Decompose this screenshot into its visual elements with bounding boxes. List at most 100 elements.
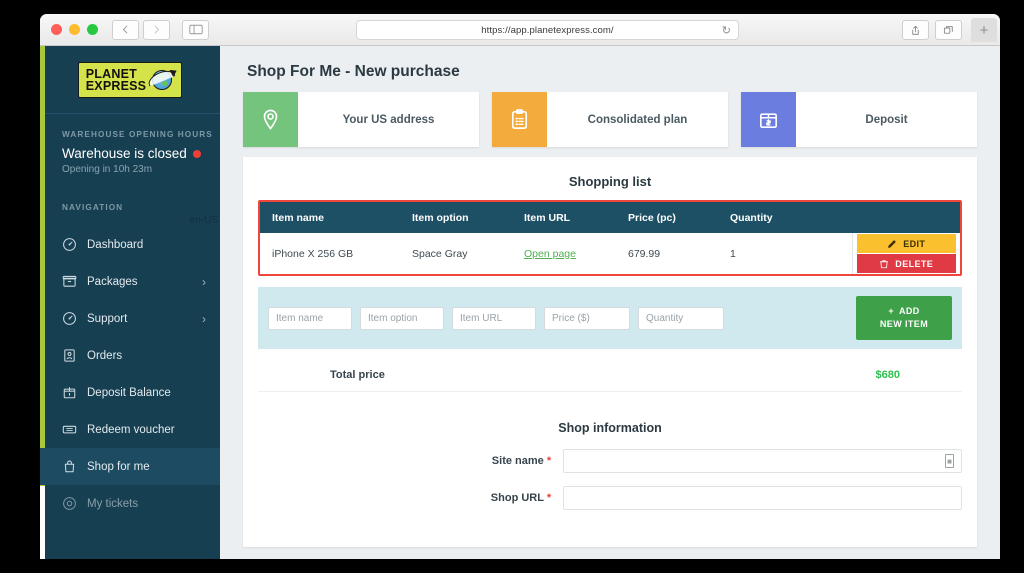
locale-indicator[interactable]: en-US bbox=[190, 215, 218, 226]
window-traffic-lights bbox=[51, 24, 98, 35]
table-head: Item name Item option Item URL Price (pc… bbox=[260, 202, 960, 233]
cell-quantity: 1 bbox=[718, 233, 852, 274]
new-item-price-input[interactable] bbox=[544, 306, 630, 330]
required-asterisk: * bbox=[546, 455, 552, 467]
card-label: Deposit bbox=[865, 113, 908, 126]
total-price-label: Total price bbox=[330, 369, 385, 381]
cell-actions: EDIT DELETE bbox=[851, 233, 960, 274]
sidebar-toggle-button[interactable] bbox=[182, 19, 209, 40]
sidebar-nav-list: Dashboard Packages › Support › Orders De… bbox=[40, 226, 220, 522]
edit-button-label: EDIT bbox=[903, 238, 926, 249]
sidebar-item-my-tickets[interactable]: My tickets bbox=[40, 485, 220, 522]
edit-button[interactable]: EDIT bbox=[856, 234, 956, 253]
forward-arrow-icon bbox=[154, 25, 160, 34]
sidebar-item-shop-for-me[interactable]: Shop for me bbox=[40, 448, 220, 485]
chevron-right-icon: › bbox=[202, 274, 206, 289]
shop-information-title: Shop information bbox=[558, 421, 662, 435]
box-icon bbox=[62, 274, 77, 289]
cell-item-option: Space Gray bbox=[400, 233, 512, 274]
add-new-item-button[interactable]: + ADD NEW ITEM bbox=[856, 296, 952, 340]
col-price: Price (pc) bbox=[616, 202, 718, 233]
sidebar-item-label: Support bbox=[87, 312, 128, 325]
card-your-us-address[interactable]: Your US address bbox=[243, 92, 479, 147]
warehouse-status-text: Warehouse is closed bbox=[62, 146, 187, 161]
delete-button-label: DELETE bbox=[895, 258, 934, 269]
card-label: Your US address bbox=[342, 113, 435, 126]
trash-icon bbox=[880, 259, 889, 268]
globe-with-arrow-icon bbox=[149, 66, 179, 93]
sidebar-item-redeem-voucher[interactable]: Redeem voucher bbox=[40, 411, 220, 448]
new-tab-button[interactable]: + bbox=[971, 18, 997, 42]
close-window-button[interactable] bbox=[51, 24, 62, 35]
sidebar: PLANET EXPRESS WAREHOUSE OPENING HOURS W… bbox=[40, 46, 220, 559]
brand-logo[interactable]: PLANET EXPRESS bbox=[40, 46, 220, 114]
shop-url-input[interactable] bbox=[563, 486, 962, 510]
url-text: https://app.planetexpress.com/ bbox=[481, 24, 614, 36]
form-row-site-name: Site name * ■ bbox=[258, 449, 962, 473]
shopping-list-title: Shopping list bbox=[568, 174, 652, 189]
sidebar-item-label: Orders bbox=[87, 349, 123, 362]
money-box-icon bbox=[741, 92, 796, 147]
site-name-input[interactable]: ■ bbox=[563, 449, 962, 473]
sidebar-item-orders[interactable]: Orders bbox=[40, 337, 220, 374]
logo-text-line2: EXPRESS bbox=[85, 78, 147, 93]
plus-icon: + bbox=[888, 306, 894, 316]
minimize-window-button[interactable] bbox=[69, 24, 80, 35]
clipboard-icon bbox=[492, 92, 547, 147]
maximize-window-button[interactable] bbox=[87, 24, 98, 35]
warehouse-section-label: WAREHOUSE OPENING HOURS bbox=[62, 130, 213, 139]
address-bar[interactable]: https://app.planetexpress.com/ ↻ bbox=[356, 20, 739, 40]
warehouse-status: Warehouse is closed bbox=[40, 139, 220, 161]
col-quantity: Quantity bbox=[718, 202, 852, 233]
card-deposit[interactable]: Deposit bbox=[741, 92, 977, 147]
support-gauge-icon bbox=[62, 311, 77, 326]
sidebar-item-support[interactable]: Support › bbox=[40, 300, 220, 337]
sidebar-item-deposit-balance[interactable]: Deposit Balance bbox=[40, 374, 220, 411]
table-header-row: Item name Item option Item URL Price (pc… bbox=[260, 202, 960, 233]
sidebar-item-dashboard[interactable]: Dashboard bbox=[40, 226, 220, 263]
ticket-icon bbox=[62, 422, 77, 437]
sidebar-item-packages[interactable]: Packages › bbox=[40, 263, 220, 300]
warehouse-status-block: WAREHOUSE OPENING HOURS Warehouse is clo… bbox=[40, 114, 220, 189]
share-icon bbox=[912, 25, 919, 35]
info-cards: Your US address Consolidated plan Deposi… bbox=[243, 92, 977, 147]
content-panel: Shopping list Item name Item option Item… bbox=[243, 157, 977, 547]
cell-price: 679.99 bbox=[616, 233, 718, 274]
back-arrow-icon bbox=[122, 25, 128, 34]
new-item-quantity-input[interactable] bbox=[638, 306, 724, 330]
browser-toolbar: https://app.planetexpress.com/ ↻ + bbox=[40, 14, 1000, 46]
shopping-list-table: Item name Item option Item URL Price (pc… bbox=[260, 202, 960, 274]
sidebar-toggle-icon bbox=[188, 24, 203, 35]
shop-url-label: Shop URL * bbox=[258, 492, 563, 504]
open-page-link[interactable]: Open page bbox=[524, 248, 576, 260]
card-label: Consolidated plan bbox=[587, 113, 688, 126]
document-picker-icon[interactable]: ■ bbox=[945, 454, 954, 468]
new-item-option-input[interactable] bbox=[360, 306, 444, 330]
page-body: PLANET EXPRESS WAREHOUSE OPENING HOURS W… bbox=[40, 46, 1000, 559]
site-name-label: Site name * bbox=[258, 455, 563, 467]
new-item-name-input[interactable] bbox=[268, 306, 352, 330]
shopping-list-highlight: Item name Item option Item URL Price (pc… bbox=[258, 200, 962, 276]
new-item-url-input[interactable] bbox=[452, 306, 536, 330]
browser-nav-buttons bbox=[112, 19, 209, 40]
add-button-label-line1: ADD bbox=[898, 306, 920, 316]
col-item-name: Item name bbox=[260, 202, 400, 233]
sidebar-item-label: Dashboard bbox=[87, 238, 144, 251]
add-item-row: + ADD NEW ITEM bbox=[258, 287, 962, 349]
share-button[interactable] bbox=[902, 20, 929, 40]
browser-window: https://app.planetexpress.com/ ↻ + PLANE… bbox=[40, 14, 1000, 559]
delete-button[interactable]: DELETE bbox=[856, 254, 956, 273]
back-button[interactable] bbox=[112, 19, 139, 40]
table-body: iPhone X 256 GB Space Gray Open page 679… bbox=[260, 233, 960, 274]
col-item-url: Item URL bbox=[512, 202, 616, 233]
show-tabs-button[interactable] bbox=[935, 20, 962, 40]
reload-icon[interactable]: ↻ bbox=[722, 24, 731, 37]
map-pin-icon bbox=[243, 92, 298, 147]
chevron-right-icon: › bbox=[202, 311, 206, 326]
card-consolidated-plan[interactable]: Consolidated plan bbox=[492, 92, 728, 147]
site-name-label-text: Site name bbox=[491, 455, 544, 467]
total-price-value: $680 bbox=[875, 369, 900, 381]
col-item-option: Item option bbox=[400, 202, 512, 233]
shopping-bag-icon bbox=[62, 459, 77, 474]
forward-button[interactable] bbox=[143, 19, 170, 40]
